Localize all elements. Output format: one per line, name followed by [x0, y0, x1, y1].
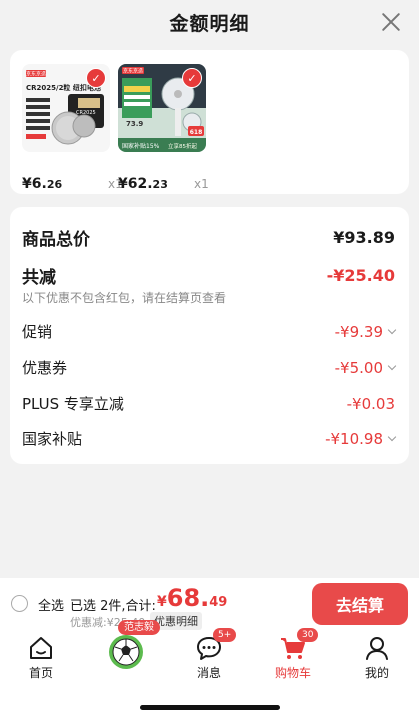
- discount-row-promotion[interactable]: 促销 -¥9.39: [22, 321, 397, 342]
- selected-count: 已选 2件,合计:: [70, 599, 156, 614]
- select-all-label[interactable]: 全选: [38, 595, 64, 614]
- select-all-radio[interactable]: [11, 595, 28, 612]
- home-icon: [27, 634, 55, 662]
- product-price: ¥6.26: [22, 176, 63, 192]
- products-card: 京东京造 CR2025/2粒 纽扣电池 CR2025 ✓ ¥6.26 x1 京东…: [10, 50, 409, 194]
- discount-row-coupon[interactable]: 优惠券 -¥5.00: [22, 357, 397, 378]
- message-icon: 5+: [195, 628, 237, 662]
- subsidy-text: 国家补贴15%: [122, 142, 160, 150]
- tab-label: 我的: [364, 666, 389, 680]
- chevron-down-icon: [387, 361, 397, 370]
- chevron-down-icon: [387, 432, 397, 441]
- activity-tab[interactable]: 范志毅: [104, 620, 160, 670]
- discount-value: -¥10.98: [325, 430, 397, 448]
- goods-total-label: 商品总价: [22, 230, 90, 250]
- discount-value: -¥9.39: [335, 323, 397, 341]
- sheet-title: 金额明细: [169, 12, 250, 35]
- goods-total-value: ¥93.89: [333, 228, 395, 247]
- discount-value: -¥5.00: [335, 359, 397, 377]
- chevron-down-icon: [387, 325, 397, 334]
- amount-detail-sheet: 金额明细 京东京造 CR2025/2粒 纽扣电池 CR2025 ✓ ¥6.26 …: [0, 0, 419, 578]
- total-reduce-row: 共减 -¥25.40: [22, 263, 395, 288]
- user-icon: [363, 634, 391, 662]
- close-icon[interactable]: [379, 10, 403, 34]
- cart-badge: 30: [297, 628, 319, 642]
- brand-logo-text: 京东京造: [26, 71, 46, 78]
- badge-price-text: 73.9: [126, 120, 143, 128]
- total-reduce-value: -¥25.40: [326, 266, 395, 285]
- checked-icon[interactable]: ✓: [86, 68, 106, 88]
- checkout-bar: 全选 已选 2件,合计: ¥68.49 优惠减:¥25.40 优惠明细 去结算: [0, 578, 419, 630]
- tab-label: 购物车: [274, 666, 311, 680]
- discount-note: 以下优惠不包含红包，请在结算页查看: [22, 291, 227, 305]
- product-qty: x1: [194, 177, 209, 191]
- product-image[interactable]: 京东京造 CR2025/2粒 纽扣电池 CR2025 ✓: [22, 64, 110, 152]
- product-image[interactable]: 京东京造 73.9 国家补贴15% 立享85折起 618 ✓: [118, 64, 206, 152]
- checked-icon[interactable]: ✓: [182, 68, 202, 88]
- tab-mine[interactable]: 我的: [342, 634, 412, 681]
- total-price: ¥68.49: [157, 584, 228, 612]
- bottom-tab-bar: 首页 范志毅 5+ 消息 30 购物车 我的: [0, 620, 419, 720]
- discount-label: 国家补贴: [22, 430, 83, 448]
- message-badge: 5+: [213, 628, 237, 642]
- discount-row-subsidy[interactable]: 国家补贴 -¥10.98: [22, 428, 397, 449]
- tab-label: 消息: [196, 666, 221, 680]
- cart-icon: 30: [279, 628, 319, 662]
- discount-label: 优惠券: [22, 359, 68, 377]
- tab-messages[interactable]: 5+ 消息: [174, 628, 244, 681]
- activity-badge: 范志毅: [118, 620, 160, 635]
- sheet-header: 金额明细: [0, 0, 419, 44]
- discount-row-plus: PLUS 专享立减 -¥0.03: [22, 393, 395, 414]
- discount-value: -¥0.03: [346, 394, 395, 413]
- tab-home[interactable]: 首页: [6, 634, 76, 681]
- product-item[interactable]: 京东京造 CR2025/2粒 纽扣电池 CR2025 ✓ ¥6.26 x1: [22, 64, 123, 192]
- price-summary-card: 商品总价 ¥93.89 共减 -¥25.40 以下优惠不包含红包，请在结算页查看…: [10, 207, 409, 464]
- product-item[interactable]: 京东京造 73.9 国家补贴15% 立享85折起 618 ✓ ¥62.23 x1: [118, 64, 210, 192]
- checkout-button[interactable]: 去结算: [312, 583, 408, 625]
- discount-label: 促销: [22, 323, 53, 341]
- discount-label: PLUS 专享立减: [22, 395, 124, 413]
- badge-618-text: 618: [190, 129, 203, 136]
- goods-total-row: 商品总价 ¥93.89: [22, 225, 395, 250]
- tab-cart[interactable]: 30 购物车: [258, 628, 328, 681]
- brand-logo-text: 京东京造: [123, 68, 143, 75]
- tab-label: 首页: [28, 666, 53, 680]
- total-reduce-label: 共减: [22, 268, 56, 288]
- home-indicator: [140, 705, 280, 710]
- promo-text: 立享85折起: [168, 142, 197, 150]
